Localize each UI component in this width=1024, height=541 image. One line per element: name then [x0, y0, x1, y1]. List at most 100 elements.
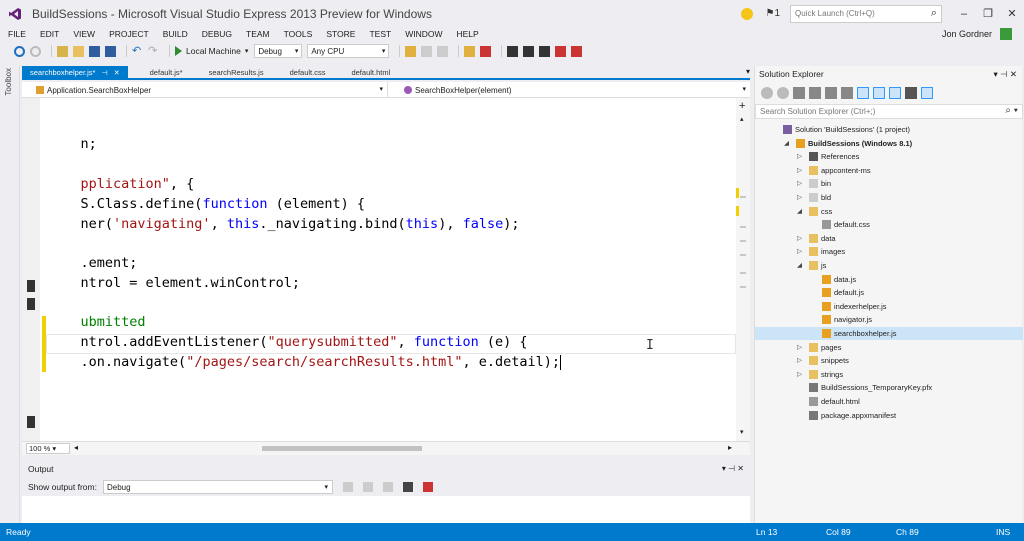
- tree-item[interactable]: ▷ strings: [755, 368, 1023, 381]
- next-bookmark-icon[interactable]: [539, 45, 551, 57]
- horizontal-scroll-thumb[interactable]: [262, 446, 422, 451]
- feedback-smiley-icon[interactable]: [741, 7, 754, 20]
- type-dropdown[interactable]: Application.SearchBoxHelper ▾: [22, 82, 388, 98]
- tree-item[interactable]: ◢ BuildSessions (Windows 8.1): [755, 137, 1023, 150]
- menu-tools[interactable]: TOOLS: [284, 29, 313, 39]
- bookmark-folder-icon[interactable]: [555, 45, 567, 57]
- platform-dropdown[interactable]: Any CPU ▾: [307, 44, 390, 58]
- tree-item[interactable]: Solution 'BuildSessions' (1 project): [755, 123, 1023, 136]
- view-code-icon[interactable]: [921, 87, 933, 99]
- open-file-icon[interactable]: [73, 45, 84, 57]
- output-text-area[interactable]: [22, 496, 750, 524]
- expand-arrow-icon[interactable]: ▷: [797, 368, 802, 381]
- tree-item[interactable]: BuildSessions_TemporaryKey.pfx: [755, 381, 1023, 394]
- output-source-dropdown[interactable]: Debug ▾: [102, 480, 333, 494]
- next-message-icon[interactable]: [382, 482, 393, 492]
- scroll-left-icon[interactable]: ◂: [74, 443, 78, 452]
- search-icon[interactable]: ⌕ ▾: [1005, 105, 1018, 116]
- toolbox-strip[interactable]: [0, 66, 20, 523]
- menu-window[interactable]: WINDOW: [405, 29, 442, 39]
- tree-item[interactable]: default.html: [755, 395, 1023, 408]
- expand-arrow-icon[interactable]: ▷: [797, 232, 802, 245]
- search-icon[interactable]: ⌕: [931, 7, 937, 20]
- member-dropdown[interactable]: SearchBoxHelper(element) ▾: [388, 82, 750, 98]
- prev-bookmark-icon[interactable]: [523, 45, 535, 57]
- editor-vertical-scrollbar[interactable]: [736, 98, 750, 441]
- editor-horizontal-scrollbar[interactable]: 100 % ▾ ◂ ▸: [22, 441, 750, 455]
- tree-item[interactable]: searchboxhelper.js: [755, 327, 1023, 340]
- comment-icon[interactable]: [464, 45, 476, 57]
- clear-bookmarks-icon[interactable]: [571, 45, 583, 57]
- notifications-flag[interactable]: ⚑1: [765, 8, 780, 19]
- expand-arrow-icon[interactable]: ▷: [797, 191, 802, 204]
- tree-item[interactable]: ▷ bin: [755, 177, 1023, 190]
- pending-changes-icon[interactable]: [809, 87, 821, 99]
- tree-item[interactable]: default.css: [755, 218, 1023, 231]
- expand-arrow-icon[interactable]: ▷: [797, 150, 802, 163]
- tree-item[interactable]: ◢ css: [755, 205, 1023, 218]
- expand-arrow-icon[interactable]: ▷: [797, 164, 802, 177]
- tree-item[interactable]: ▷ bld: [755, 191, 1023, 204]
- pin-icon[interactable]: ⊣: [102, 70, 108, 77]
- panel-controls[interactable]: ▾ ⊣ ✕: [722, 462, 744, 476]
- expand-arrow-icon[interactable]: ▷: [797, 177, 802, 190]
- bookmark-icon[interactable]: [27, 416, 35, 428]
- back-icon[interactable]: [761, 87, 773, 99]
- forward-icon[interactable]: [30, 45, 41, 57]
- start-debugging-button[interactable]: Local Machine ▾: [175, 46, 248, 56]
- bookmark-icon[interactable]: [27, 298, 35, 310]
- menu-team[interactable]: TEAM: [246, 29, 270, 39]
- expand-arrow-icon[interactable]: ▷: [797, 245, 802, 258]
- find-icon[interactable]: [405, 45, 417, 57]
- close-button[interactable]: ✕: [1000, 7, 1024, 20]
- save-all-icon[interactable]: [105, 45, 116, 57]
- avatar[interactable]: [1000, 28, 1012, 40]
- menu-test[interactable]: TEST: [369, 29, 391, 39]
- tree-item[interactable]: ▷ References: [755, 150, 1023, 163]
- find-in-output-icon[interactable]: [342, 482, 353, 492]
- expand-arrow-icon[interactable]: ▷: [797, 354, 802, 367]
- tab-searchresults-js[interactable]: searchResults.js: [201, 66, 272, 78]
- tree-item[interactable]: navigator.js: [755, 313, 1023, 326]
- menu-project[interactable]: PROJECT: [109, 29, 149, 39]
- tab-overflow-dropdown-icon[interactable]: ▾: [746, 67, 750, 76]
- zoom-dropdown[interactable]: 100 % ▾: [26, 443, 70, 454]
- collapse-arrow-icon[interactable]: ◢: [797, 259, 802, 272]
- tree-item[interactable]: ▷ appcontent-ms: [755, 164, 1023, 177]
- tab-default-html[interactable]: default.html: [343, 66, 398, 78]
- chevron-down-icon[interactable]: ▾: [245, 47, 249, 55]
- clear-all-icon[interactable]: [402, 482, 413, 492]
- configuration-dropdown[interactable]: Debug ▾: [254, 44, 303, 58]
- code-editor[interactable]: n; pplication", { S.Class.define(functio…: [22, 98, 736, 441]
- scroll-down-icon[interactable]: ▾: [740, 428, 744, 436]
- tree-item[interactable]: ▷ images: [755, 245, 1023, 258]
- editor-gutter[interactable]: [22, 98, 40, 441]
- collapse-arrow-icon[interactable]: ◢: [797, 205, 802, 218]
- quick-launch-input[interactable]: Quick Launch (Ctrl+Q) ⌕: [790, 4, 942, 23]
- uncomment-icon[interactable]: [480, 45, 492, 57]
- home-icon[interactable]: [793, 87, 805, 99]
- collapse-all-icon[interactable]: [857, 87, 869, 99]
- solution-search-input[interactable]: Search Solution Explorer (Ctrl+;) ⌕ ▾: [755, 104, 1023, 119]
- save-icon[interactable]: [89, 45, 100, 57]
- tree-item[interactable]: ▷ snippets: [755, 354, 1023, 367]
- redo-icon[interactable]: ↷: [148, 45, 159, 57]
- tree-item[interactable]: default.js: [755, 286, 1023, 299]
- tree-item[interactable]: ◢ js: [755, 259, 1023, 272]
- scroll-right-icon[interactable]: ▸: [728, 443, 732, 452]
- tree-item[interactable]: package.appxmanifest: [755, 409, 1023, 422]
- tree-item[interactable]: data.js: [755, 273, 1023, 286]
- scroll-up-icon[interactable]: ▴: [740, 115, 744, 123]
- tree-item[interactable]: ▷ pages: [755, 341, 1023, 354]
- refresh-icon[interactable]: [841, 87, 853, 99]
- minimize-button[interactable]: –: [952, 8, 976, 20]
- tab-default-js[interactable]: default.js*: [142, 66, 191, 78]
- split-window-icon[interactable]: +: [739, 100, 745, 112]
- tab-searchboxhelper[interactable]: searchboxhelper.js* ⊣ ✕: [22, 66, 128, 78]
- undo-icon[interactable]: ↶: [132, 45, 143, 57]
- menu-help[interactable]: HELP: [456, 29, 478, 39]
- restore-button[interactable]: ❐: [976, 7, 1000, 20]
- new-project-icon[interactable]: [57, 45, 68, 57]
- panel-controls[interactable]: ▾ ⊣ ✕: [993, 66, 1017, 82]
- toolbox-label[interactable]: Toolbox: [4, 68, 13, 96]
